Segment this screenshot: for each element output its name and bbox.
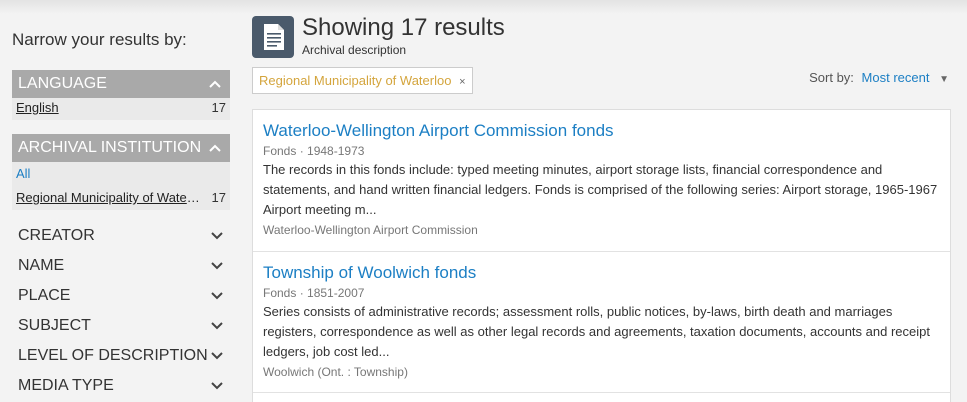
result-dates: 1851-2007 [307, 286, 365, 300]
sort-control[interactable]: Sort by: Most recent ▼ [809, 70, 949, 85]
facet-item-english[interactable]: English 17 [12, 98, 230, 118]
facet-name[interactable]: NAME [12, 251, 230, 281]
result-item: Township of Woolwich fonds Fonds · 1851-… [253, 251, 950, 392]
facet-item-count: 17 [211, 190, 226, 205]
facet-all-link[interactable]: All [16, 166, 30, 181]
facet-institution-header[interactable]: ARCHIVAL INSTITUTION [12, 134, 230, 162]
sidebar-title: Narrow your results by: [12, 30, 187, 49]
sort-value[interactable]: Most recent [862, 70, 930, 85]
facet-media-type[interactable]: MEDIA TYPE [12, 371, 230, 401]
result-description: Series consists of administrative record… [263, 304, 930, 359]
result-description: The records in this fonds include: typed… [263, 162, 938, 217]
result-level: Fonds [263, 144, 297, 158]
facet-name-label: NAME [18, 257, 65, 274]
result-divider [253, 392, 950, 393]
results-list: Waterloo-Wellington Airport Commission f… [252, 109, 951, 402]
result-item: Waterloo-Wellington Airport Commission f… [253, 110, 950, 251]
filter-tag-label: Regional Municipality of Waterloo [259, 73, 452, 88]
chevron-down-icon [210, 371, 224, 402]
top-shadow [0, 0, 967, 14]
facet-media-type-label: MEDIA TYPE [18, 377, 114, 394]
facet-place-label: PLACE [18, 287, 71, 304]
facet-item-regional-municipality[interactable]: Regional Municipality of Waterloo 17 [12, 188, 230, 208]
facet-creator-label: CREATOR [18, 227, 95, 244]
facet-subject-label: SUBJECT [18, 317, 91, 334]
result-dates: 1948-1973 [307, 144, 365, 158]
result-meta: Fonds · 1948-1973 [263, 144, 365, 158]
facet-item-label[interactable]: Regional Municipality of Waterloo [16, 188, 202, 208]
result-title-link[interactable]: Waterloo-Wellington Airport Commission f… [263, 121, 614, 140]
sort-label: Sort by: [809, 70, 854, 85]
facet-place[interactable]: PLACE [12, 281, 230, 311]
facet-creator[interactable]: CREATOR [12, 221, 230, 251]
page-title: Showing 17 results [302, 14, 505, 41]
facet-level-of-description[interactable]: LEVEL OF DESCRIPTION [12, 341, 230, 371]
facet-item-label[interactable]: English [16, 98, 59, 118]
facet-language-title: LANGUAGE [18, 75, 107, 92]
result-creator: Woolwich (Ont. : Township) [263, 365, 408, 379]
remove-filter-icon[interactable]: × [459, 76, 465, 88]
result-creator: Waterloo-Wellington Airport Commission [263, 223, 478, 237]
page-subtitle: Archival description [302, 43, 407, 57]
caret-down-icon[interactable]: ▼ [939, 74, 949, 85]
document-icon [252, 16, 294, 58]
facet-institution-body: All Regional Municipality of Waterloo 17 [12, 162, 230, 210]
facet-language-header[interactable]: LANGUAGE [12, 70, 230, 98]
facet-institution-title: ARCHIVAL INSTITUTION [18, 139, 202, 156]
facet-language-body: English 17 [12, 98, 230, 120]
facet-subject[interactable]: SUBJECT [12, 311, 230, 341]
result-title-link[interactable]: Township of Woolwich fonds [263, 263, 476, 282]
result-level: Fonds [263, 286, 297, 300]
facet-level-label: LEVEL OF DESCRIPTION [18, 347, 208, 364]
result-meta: Fonds · 1851-2007 [263, 286, 365, 300]
active-filter-tag: Regional Municipality of Waterloo × [252, 67, 473, 94]
facet-item-count: 17 [211, 100, 226, 115]
facet-item-all[interactable]: All [12, 164, 230, 184]
